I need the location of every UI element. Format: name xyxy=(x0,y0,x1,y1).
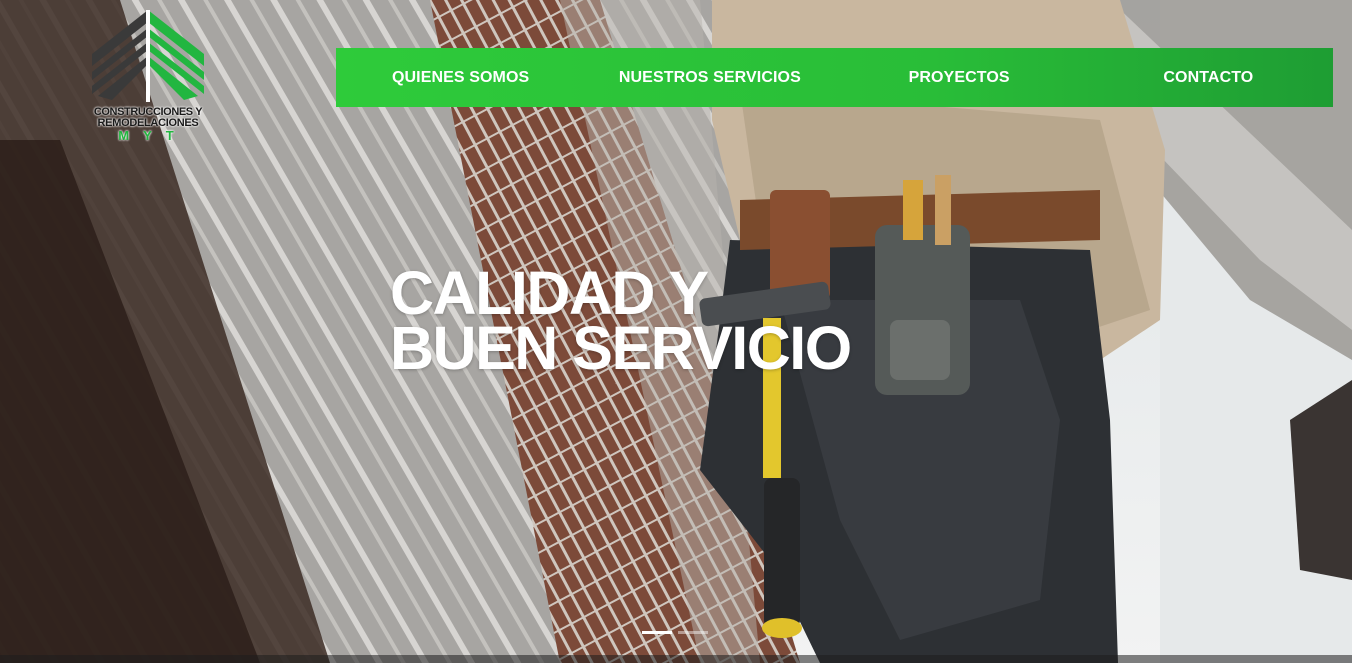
logo[interactable]: CONSTRUCCIONES Y REMODELACIONES MYT xyxy=(84,8,212,148)
main-nav: QUIENES SOMOS NUESTROS SERVICIOS PROYECT… xyxy=(336,48,1333,107)
hero-headline-line1: CALIDAD Y xyxy=(390,259,709,327)
slider-pagination xyxy=(642,631,708,634)
logo-text-line3: MYT xyxy=(118,128,188,143)
hero-headline-line2: BUEN SERVICIO xyxy=(390,314,852,382)
nav-item-proyectos[interactable]: PROYECTOS xyxy=(835,69,1084,87)
hero-headline: CALIDAD Y BUEN SERVICIO xyxy=(390,259,950,382)
nav-item-quienes-somos[interactable]: QUIENES SOMOS xyxy=(336,69,585,87)
logo-building-icon xyxy=(92,10,204,102)
hero-slider: CONSTRUCCIONES Y REMODELACIONES MYT QUIE… xyxy=(0,0,1352,663)
nav-item-nuestros-servicios[interactable]: NUESTROS SERVICIOS xyxy=(585,69,834,87)
slider-dot-1[interactable] xyxy=(642,631,672,634)
slider-dot-2[interactable] xyxy=(678,631,708,634)
nav-item-contacto[interactable]: CONTACTO xyxy=(1084,69,1333,87)
